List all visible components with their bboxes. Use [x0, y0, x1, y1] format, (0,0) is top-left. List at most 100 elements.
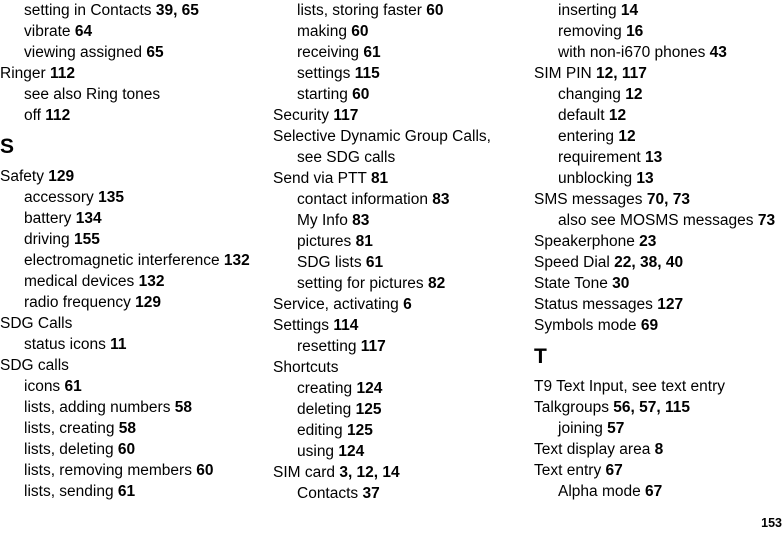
- index-entry-label: icons: [24, 378, 61, 395]
- index-entry-label: driving: [24, 231, 70, 248]
- index-entry: see also Ring tones: [0, 84, 257, 105]
- index-entry-pages: 12: [625, 86, 643, 103]
- index-entry: icons 61: [0, 376, 257, 397]
- index-entry-label: lists, sending: [24, 483, 114, 500]
- index-entry-pages: 13: [636, 170, 654, 187]
- index-entry-label: radio frequency: [24, 294, 131, 311]
- index-entry-pages: 81: [355, 233, 373, 250]
- index-entry: removing 16: [534, 21, 784, 42]
- index-entry-pages: 61: [365, 254, 384, 271]
- index-entry-label: SIM PIN: [534, 65, 592, 82]
- index-entry: requirement 13: [534, 147, 784, 168]
- index-entry-label: changing: [558, 86, 621, 103]
- index-entry-pages: 134: [75, 210, 102, 227]
- index-entry-label: lists, storing faster: [297, 2, 422, 19]
- index-entry-label: Text entry: [534, 462, 602, 479]
- index-entry-pages: 127: [657, 296, 684, 313]
- index-entry-pages: 61: [117, 483, 136, 500]
- index-entry-label: receiving: [297, 44, 360, 61]
- index-entry: Alpha mode 67: [534, 481, 784, 502]
- index-entry-label: lists, removing members: [24, 462, 192, 479]
- index-entry-label: contact information: [297, 191, 428, 208]
- index-entry-pages: 125: [355, 401, 382, 418]
- index-entry: deleting 125: [273, 399, 499, 420]
- page-number: 153: [761, 516, 782, 530]
- index-entry: Shortcuts: [273, 357, 499, 378]
- index-entry: accessory 135: [0, 187, 257, 208]
- index-entry: Text entry 67: [534, 460, 784, 481]
- index-entry-label: lists, adding numbers: [24, 399, 171, 416]
- index-entry-label: setting in Contacts: [24, 2, 152, 19]
- index-entry-label: settings: [297, 65, 351, 82]
- index-column-2: lists, storing faster 60 making 60 receivi…: [265, 0, 505, 504]
- index-entry: SIM PIN 12, 117: [534, 63, 784, 84]
- index-entry-pages: 112: [45, 107, 71, 124]
- index-entry-label: Selective Dynamic Group Calls, see SDG c…: [273, 128, 491, 166]
- index-entry-pages: 56, 57, 115: [613, 399, 690, 416]
- index-entry: with non-i670 phones 43: [534, 42, 784, 63]
- index-letter-heading: T: [534, 345, 547, 368]
- index-entry-label: Symbols mode: [534, 317, 637, 334]
- index-entry: also see MOSMS messages 73: [534, 210, 784, 231]
- index-entry-label: T9 Text Input, see text entry: [534, 378, 725, 395]
- index-entry-label: entering: [558, 128, 615, 145]
- index-entry: unblocking 13: [534, 168, 784, 189]
- index-entry: My Info 83: [273, 210, 499, 231]
- index-entry: Talkgroups 56, 57, 115: [534, 397, 784, 418]
- index-entry: Speakerphone 23: [534, 231, 784, 252]
- index-entry: inserting 14: [534, 0, 784, 21]
- index-entry-pages: 129: [135, 294, 162, 311]
- index-entry-pages: 60: [351, 23, 369, 40]
- index-entry-label: Talkgroups: [534, 399, 609, 416]
- index-entry: Text display area 8: [534, 439, 784, 460]
- index-entry-pages: 83: [432, 191, 450, 208]
- index-entry-label: SDG calls: [0, 357, 69, 374]
- index-entry: driving 155: [0, 229, 257, 250]
- index-entry-pages: 39, 65: [155, 2, 199, 19]
- index-entry-label: with non-i670 phones: [558, 44, 706, 61]
- index-entry-pages: 83: [352, 212, 370, 229]
- index-entry: electromagnetic interference 132: [0, 250, 257, 271]
- index-entry: lists, adding numbers 58: [0, 397, 257, 418]
- index-entry-label: using: [297, 443, 335, 460]
- index-entry: Send via PTT 81: [273, 168, 499, 189]
- index-entry-label: SMS messages: [534, 191, 643, 208]
- index-entry: vibrate 64: [0, 21, 257, 42]
- index-entry-label: Shortcuts: [273, 359, 339, 376]
- index-entry: medical devices 132: [0, 271, 257, 292]
- index-page: setting in Contacts 39, 65 vibrate 64 view…: [0, 0, 784, 536]
- index-entry-label: SIM card: [273, 464, 336, 481]
- index-entry: SMS messages 70, 73: [534, 189, 784, 210]
- index-entry-label: creating: [297, 380, 353, 397]
- index-entry: pictures 81: [273, 231, 499, 252]
- index-entry: editing 125: [273, 420, 499, 441]
- index-entry-pages: 114: [333, 317, 359, 334]
- index-entry-label: Send via PTT: [273, 170, 367, 187]
- index-columns: setting in Contacts 39, 65 vibrate 64 view…: [0, 0, 784, 505]
- index-entry-label: removing: [558, 23, 622, 40]
- index-entry: entering 12: [534, 126, 784, 147]
- index-entry-label: setting for pictures: [297, 275, 424, 292]
- index-entry-label: off: [24, 107, 41, 124]
- index-entry: radio frequency 129: [0, 292, 257, 313]
- index-entry: SDG lists 61: [273, 252, 499, 273]
- index-entry-label: Service, activating: [273, 296, 399, 313]
- index-entry-label: see also Ring tones: [24, 86, 161, 103]
- index-entry: T9 Text Input, see text entry: [534, 376, 784, 397]
- index-entry-pages: 60: [196, 462, 214, 479]
- index-entry-pages: 65: [146, 44, 164, 61]
- index-entry: Ringer 112: [0, 63, 257, 84]
- index-entry-pages: 155: [73, 231, 100, 248]
- index-entry-pages: 73: [757, 212, 776, 229]
- index-entry-label: vibrate: [24, 23, 71, 40]
- index-entry: off 112: [0, 105, 257, 126]
- index-entry-pages: 13: [645, 149, 663, 166]
- index-entry-pages: 12: [618, 128, 636, 145]
- index-entry-pages: 60: [352, 86, 370, 103]
- index-entry: Selective Dynamic Group Calls, see SDG c…: [273, 126, 499, 168]
- index-entry-pages: 124: [338, 443, 365, 460]
- index-entry-label: status icons: [24, 336, 106, 353]
- index-letter-heading: S: [0, 135, 15, 158]
- index-entry-pages: 61: [363, 44, 381, 61]
- index-entry-label: default: [558, 107, 605, 124]
